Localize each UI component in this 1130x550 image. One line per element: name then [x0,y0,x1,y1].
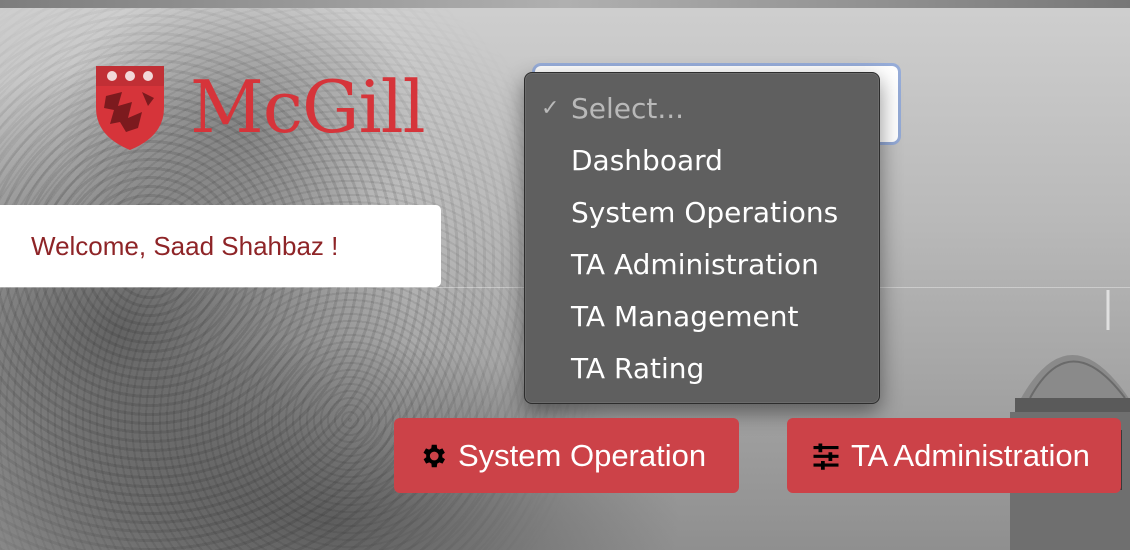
welcome-text: Welcome, Saad Shahbaz ! [31,230,339,261]
dropdown-option-label: TA Administration [571,248,819,281]
ta-administration-label: TA Administration [851,437,1090,473]
dropdown-option-label: Dashboard [571,144,723,177]
checkmark-icon: ✓ [541,96,560,121]
mcgill-wordmark: McGill [190,65,426,149]
gear-icon [423,444,445,467]
dropdown-option-label: Select... [571,92,685,125]
background-strip [0,0,1130,8]
mcgill-shield-icon [96,66,164,150]
mcgill-logo: McGill [92,62,426,152]
dropdown-option-ta-rating[interactable]: TA Rating [525,343,879,395]
dropdown-option-label: TA Management [571,300,799,333]
page-select-dropdown[interactable]: ✓ Select... Dashboard System Operations … [524,72,880,404]
dropdown-option-system-operations[interactable]: System Operations [525,187,879,239]
system-operation-label: System Operation [458,437,707,473]
ta-administration-button[interactable]: TA Administration [787,418,1121,493]
dropdown-option-placeholder[interactable]: ✓ Select... [525,83,879,135]
dropdown-option-dashboard[interactable]: Dashboard [525,135,879,187]
dropdown-option-label: System Operations [571,196,839,229]
dropdown-option-ta-administration[interactable]: TA Administration [525,239,879,291]
system-operation-button[interactable]: System Operation [394,418,739,493]
dropdown-option-ta-management[interactable]: TA Management [525,291,879,343]
welcome-banner: Welcome, Saad Shahbaz ! [0,205,441,287]
sliders-icon [813,443,839,470]
dropdown-option-label: TA Rating [571,352,705,385]
